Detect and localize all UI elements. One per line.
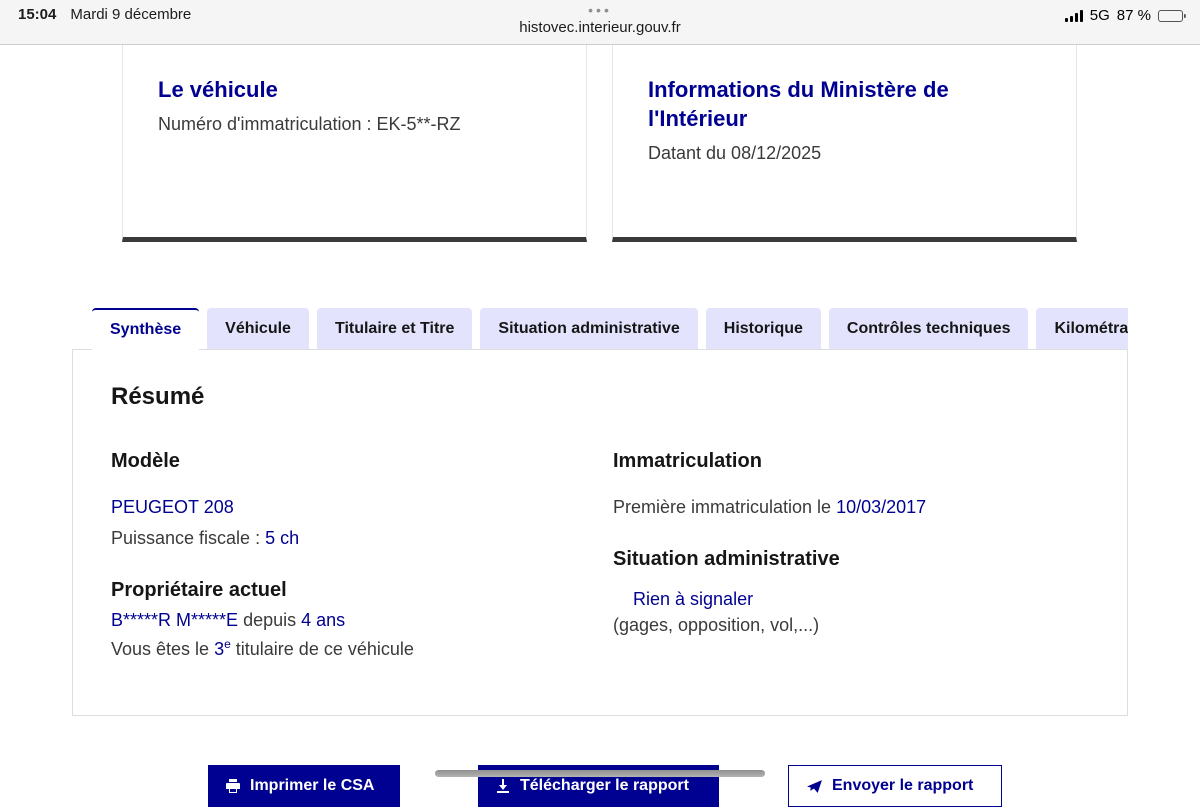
holder-prefix: Vous êtes le — [111, 639, 214, 659]
panel-right-column: Immatriculation Première immatriculation… — [613, 450, 1083, 636]
download-icon — [495, 778, 511, 794]
first-registration-label: Première immatriculation le — [613, 497, 836, 517]
signal-bars-icon — [1065, 10, 1083, 22]
holder-suffix: titulaire de ce véhicule — [231, 639, 414, 659]
send-report-label: Envoyer le rapport — [832, 777, 973, 795]
print-csa-button[interactable]: Imprimer le CSA — [208, 765, 400, 807]
holder-rank: 3e — [214, 639, 231, 659]
owner-heading: Propriétaire actuel — [111, 579, 581, 602]
owner-line: B*****R M*****E depuis 4 ans — [111, 610, 581, 631]
tab-synthese[interactable]: Synthèse — [92, 308, 199, 350]
tab-vehicule[interactable]: Véhicule — [207, 308, 309, 349]
tab-kilometrage[interactable]: Kilométrage — [1036, 308, 1128, 349]
situation-status: Rien à signaler — [633, 589, 1083, 610]
owner-masked-name: B*****R M*****E — [111, 610, 238, 630]
horizontal-scrollbar[interactable] — [435, 770, 765, 777]
vehicle-card: Le véhicule Numéro d'immatriculation : E… — [122, 45, 587, 242]
ministry-card-title: Informations du Ministère de l'Intérieur — [648, 75, 1041, 133]
battery-percent: 87 % — [1117, 7, 1151, 24]
panel-title: Résumé — [111, 383, 204, 411]
synthese-panel: Résumé Modèle PEUGEOT 208 Puissance fisc… — [72, 349, 1128, 716]
ministry-card: Informations du Ministère de l'Intérieur… — [612, 45, 1077, 242]
report-tabs: Synthèse Véhicule Titulaire et Titre Sit… — [72, 308, 1128, 350]
situation-heading: Situation administrative — [613, 548, 1083, 571]
status-bar: 15:04 Mardi 9 décembre ••• histovec.inte… — [0, 0, 1200, 45]
owner-since-value: 4 ans — [301, 610, 345, 630]
situation-note: (gages, opposition, vol,...) — [613, 615, 1083, 636]
first-registration-date: 10/03/2017 — [836, 497, 926, 517]
fiscal-power-label: Puissance fiscale : — [111, 528, 265, 548]
owner-since-label: depuis — [238, 610, 301, 630]
vehicle-card-title: Le véhicule — [158, 75, 551, 104]
tab-controles-techniques[interactable]: Contrôles techniques — [829, 308, 1029, 349]
tab-situation-administrative[interactable]: Situation administrative — [480, 308, 697, 349]
immat-heading: Immatriculation — [613, 450, 1083, 473]
send-report-button[interactable]: Envoyer le rapport — [788, 765, 1002, 807]
vehicle-card-plate: Numéro d'immatriculation : EK-5**-RZ — [158, 114, 551, 135]
holder-line: Vous êtes le 3e titulaire de ce véhicule — [111, 637, 581, 660]
first-registration-line: Première immatriculation le 10/03/2017 — [613, 497, 1083, 518]
page-menu-dots-icon[interactable]: ••• — [0, 4, 1200, 16]
tab-historique[interactable]: Historique — [706, 308, 821, 349]
network-type: 5G — [1090, 7, 1110, 24]
panel-left-column: Modèle PEUGEOT 208 Puissance fiscale : 5… — [111, 450, 581, 660]
fiscal-power-value: 5 ch — [265, 528, 299, 548]
printer-icon — [225, 778, 241, 794]
fiscal-power-line: Puissance fiscale : 5 ch — [111, 528, 581, 549]
url-bar[interactable]: histovec.interieur.gouv.fr — [0, 19, 1200, 36]
download-report-label: Télécharger le rapport — [520, 777, 689, 795]
send-paper-plane-icon — [806, 778, 823, 795]
tab-titulaire-et-titre[interactable]: Titulaire et Titre — [317, 308, 472, 349]
print-csa-label: Imprimer le CSA — [250, 777, 374, 795]
ministry-card-date: Datant du 08/12/2025 — [648, 143, 1041, 164]
model-heading: Modèle — [111, 450, 581, 473]
battery-icon — [1158, 10, 1186, 22]
model-value: PEUGEOT 208 — [111, 497, 581, 518]
